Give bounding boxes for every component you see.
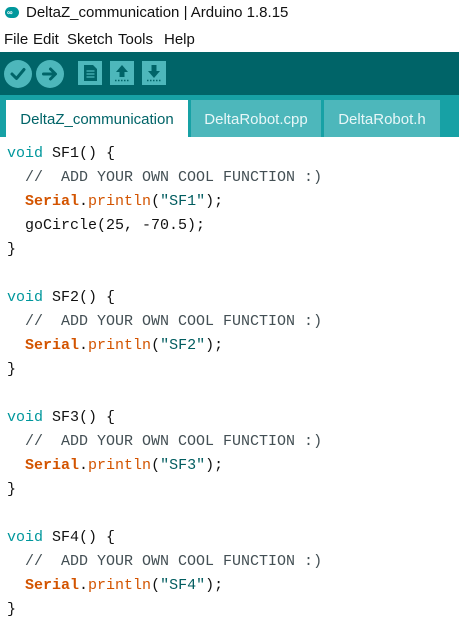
menu-tools[interactable]: Tools [118,31,153,48]
keyword: void [7,409,44,426]
string-literal: "SF4" [160,577,206,594]
println-call: println [88,577,152,594]
keyword: void [7,529,44,546]
verify-icon[interactable] [4,60,32,88]
code-editor[interactable]: void SF1() { // ADD YOUR OWN COOL FUNCTI… [0,137,459,636]
code-line: } [7,241,17,258]
code-line: goCircle(25, -70.5); [7,217,205,234]
code-line: } [7,601,17,618]
menu-edit[interactable]: Edit [33,31,59,48]
println-call: println [88,193,152,210]
tab-deltarobot-cpp[interactable]: DeltaRobot.cpp [191,100,321,137]
tab-deltaz-communication[interactable]: DeltaZ_communication [6,100,188,137]
code-line: // ADD YOUR OWN COOL FUNCTION :) [7,433,322,450]
upload-icon[interactable] [36,60,64,88]
code-line: Serial.println("SF2"); [25,337,224,354]
code-line: void SF3() { [7,409,115,426]
menu-bar: File Edit Sketch Tools Help [0,30,459,52]
code-line: } [7,481,17,498]
menu-file[interactable]: File [4,31,28,48]
save-icon[interactable] [142,61,166,85]
menu-sketch[interactable]: Sketch [67,31,113,48]
code-line: // ADD YOUR OWN COOL FUNCTION :) [7,313,322,330]
sketch-code: void SF1() { // ADD YOUR OWN COOL FUNCTI… [7,142,322,622]
gocircle-call: goCircle(25, -70.5); [25,217,206,234]
serial-object: Serial [25,577,80,594]
new-icon[interactable] [78,61,102,85]
string-literal: "SF1" [160,193,206,210]
string-literal: "SF3" [160,457,206,474]
title-bar: ∞ DeltaZ_communication | Arduino 1.8.15 [0,0,459,30]
code-line: Serial.println("SF4"); [25,577,224,594]
serial-object: Serial [25,337,80,354]
tab-deltarobot-h[interactable]: DeltaRobot.h [324,100,440,137]
serial-object: Serial [25,193,80,210]
function-signature: SF4() { [43,529,116,546]
function-signature: SF3() { [43,409,116,426]
code-line: void SF2() { [7,289,115,306]
code-line: // ADD YOUR OWN COOL FUNCTION :) [7,169,322,186]
tab-bar: DeltaZ_communication DeltaRobot.cpp Delt… [0,95,459,137]
keyword: void [7,289,44,306]
println-call: println [88,337,152,354]
comment: // ADD YOUR OWN COOL FUNCTION :) [25,553,323,570]
open-icon[interactable] [110,61,134,85]
toolbar [0,52,459,95]
comment: // ADD YOUR OWN COOL FUNCTION :) [25,313,323,330]
println-call: println [88,457,152,474]
code-line: } [7,361,17,378]
arduino-logo-icon: ∞ [5,7,19,18]
string-literal: "SF2" [160,337,206,354]
code-line: void SF4() { [7,529,115,546]
keyword: void [7,145,44,162]
code-line: void SF1() { [7,145,115,162]
comment: // ADD YOUR OWN COOL FUNCTION :) [25,433,323,450]
serial-object: Serial [25,457,80,474]
function-signature: SF2() { [43,289,116,306]
code-line: Serial.println("SF1"); [25,193,224,210]
window-title: DeltaZ_communication | Arduino 1.8.15 [26,4,289,21]
code-line: Serial.println("SF3"); [25,457,224,474]
code-line: // ADD YOUR OWN COOL FUNCTION :) [7,553,322,570]
menu-help[interactable]: Help [164,31,195,48]
comment: // ADD YOUR OWN COOL FUNCTION :) [25,169,323,186]
function-signature: SF1() { [43,145,116,162]
